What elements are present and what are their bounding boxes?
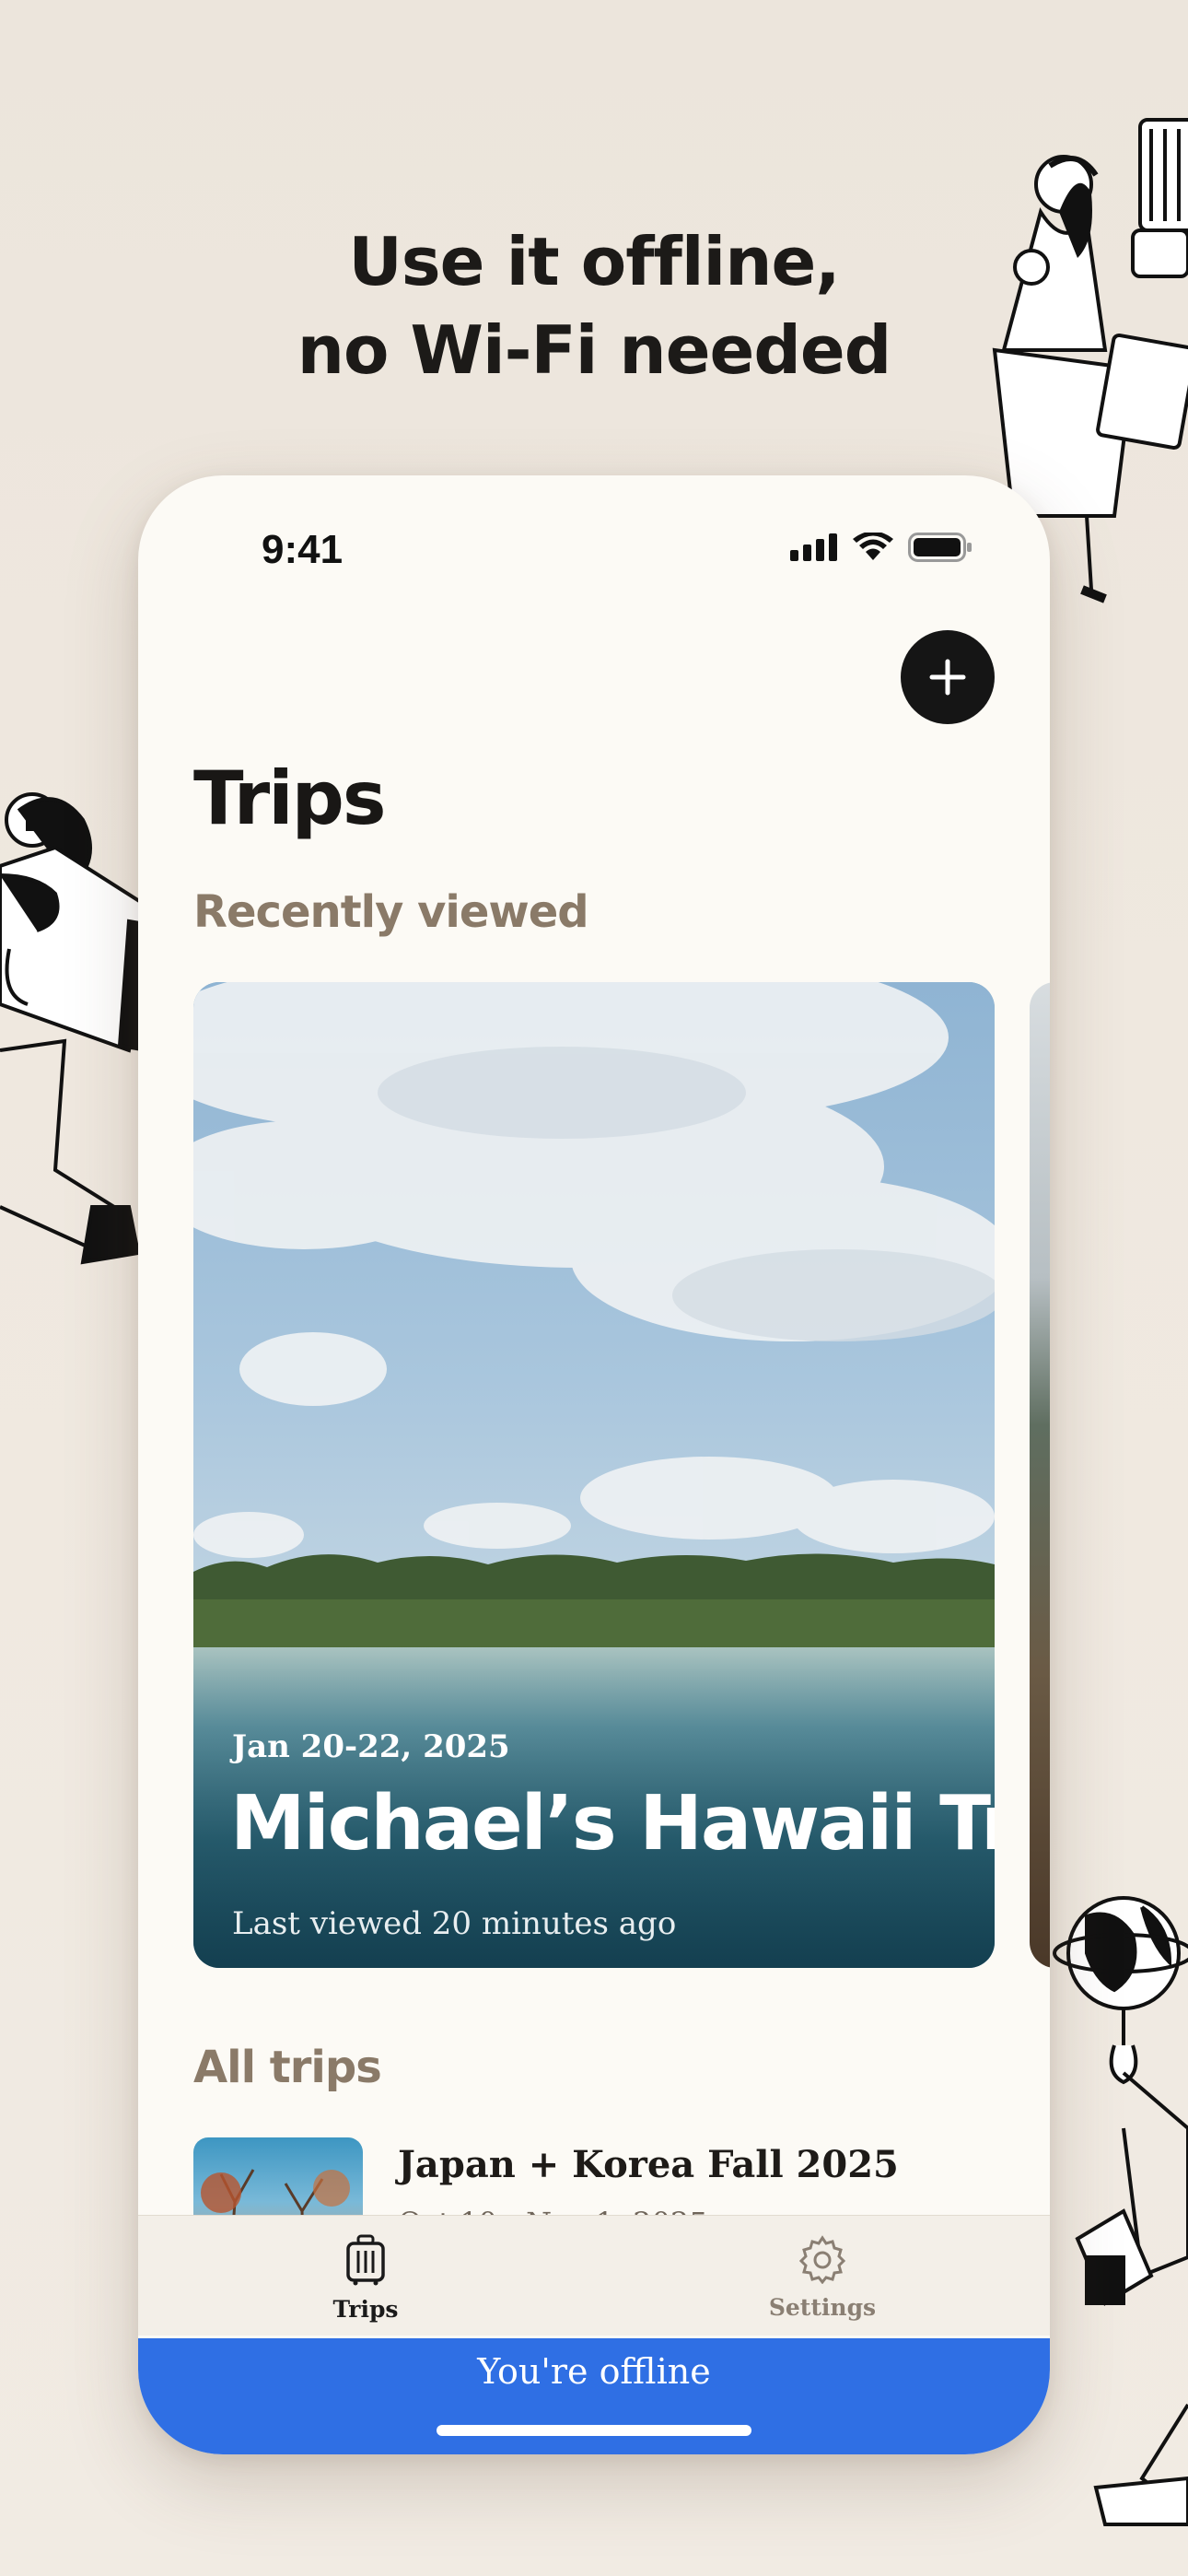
trip-list-item-title[interactable]: Japan + Korea Fall 2025 [398,2143,899,2186]
tab-settings[interactable]: Settings [730,2234,914,2321]
offline-banner: You're offline [138,2338,1050,2454]
offline-banner-text: You're offline [477,2351,711,2392]
tab-bar: Trips Settings [138,2215,1050,2336]
next-trip-card-peek[interactable] [1030,982,1050,1968]
status-icons [790,533,973,562]
all-trips-label: All trips [193,2042,382,2093]
gear-icon [798,2235,846,2285]
home-indicator[interactable] [437,2425,751,2436]
card-date: Jan 20-22, 2025 [232,1728,510,1765]
suitcase-icon [346,2234,385,2286]
recently-viewed-label: Recently viewed [193,886,589,938]
wifi-icon [853,533,893,560]
tab-settings-label: Settings [768,2294,877,2321]
plus-icon [929,659,966,696]
globe-illustration-right [1053,1896,1188,2526]
add-trip-button[interactable] [901,630,995,724]
card-last-viewed: Last viewed 20 minutes ago [232,1905,677,1942]
tab-trips[interactable]: Trips [274,2234,458,2323]
phone-frame: 9:41 Trips Recently viewed Jan 20-22, 20… [138,475,1050,2454]
signal-icon [790,533,837,561]
tab-trips-label: Trips [332,2296,399,2323]
page-title: Trips [193,755,387,841]
status-time: 9:41 [262,527,344,572]
recent-trip-card[interactable]: Jan 20-22, 2025 Michael’s Hawaii Trip La… [193,982,995,1968]
card-title: Michael’s Hawaii Trip [230,1780,995,1868]
battery-icon [908,533,972,562]
